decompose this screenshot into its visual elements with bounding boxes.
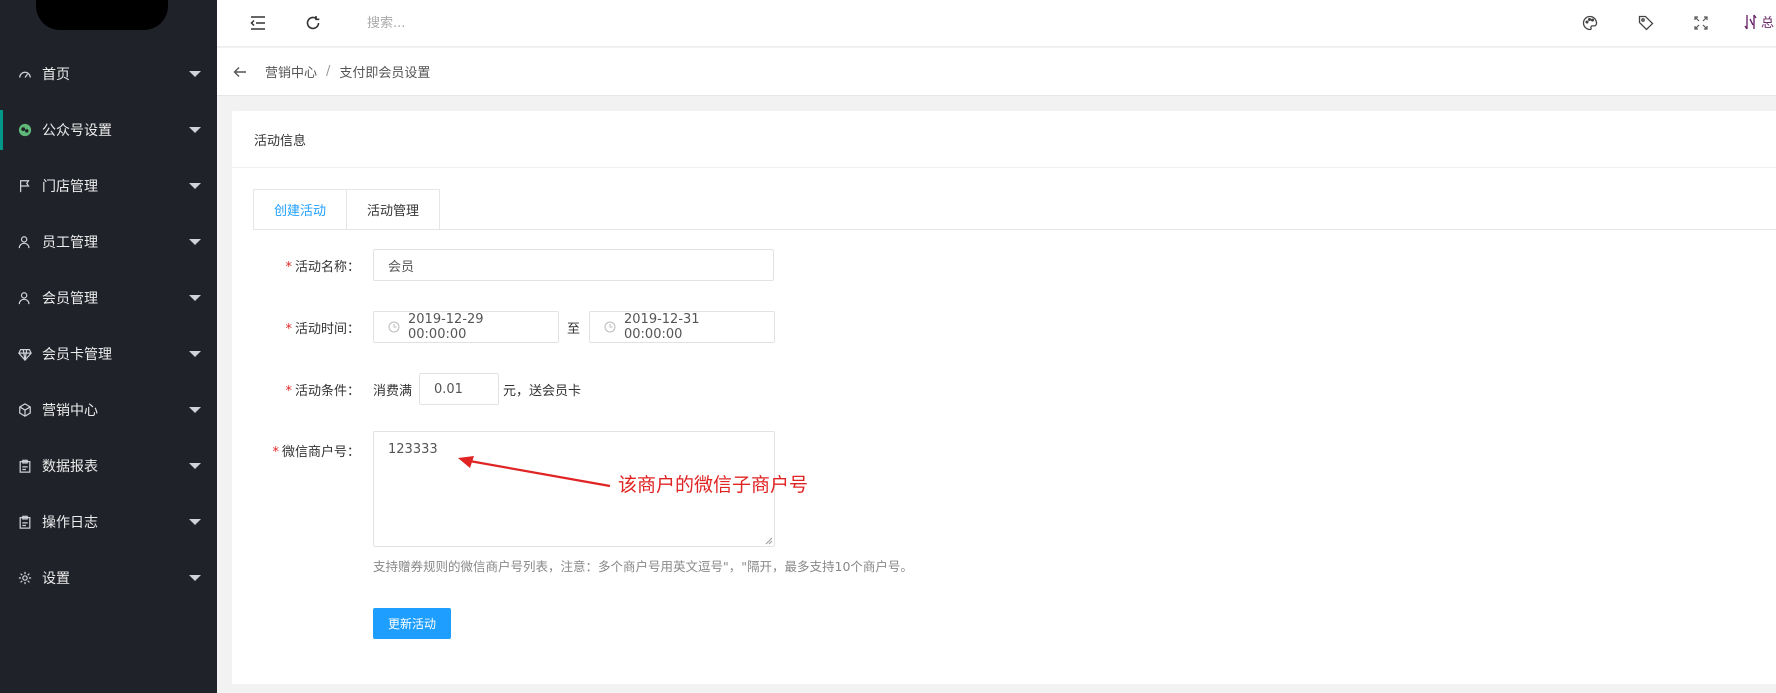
end-time-input[interactable]: 2019-12-31 00:00:00 [589, 311, 775, 343]
search-input[interactable] [367, 10, 607, 36]
activity-condition-label: * 活动条件： [232, 380, 360, 399]
clock-icon [604, 321, 616, 333]
user-menu[interactable]: 总 [1744, 12, 1776, 31]
fullscreen-icon[interactable] [1690, 12, 1712, 34]
required-mark: * [285, 260, 292, 275]
tag-icon[interactable] [1635, 12, 1657, 34]
caret-down-icon [189, 239, 201, 245]
merchant-id-value: 123333 [388, 442, 438, 457]
update-activity-button[interactable]: 更新活动 [373, 608, 452, 639]
condition-amount-input[interactable]: 0.01 [419, 373, 499, 405]
sidebar-menu: 首页 公众号设置 门店管理 员工管理 会员管理 会员卡管理 营销中心 数据报表 … [0, 46, 217, 606]
breadcrumb-parent[interactable]: 营销中心 [265, 62, 317, 81]
sidebar-item-wechat-settings[interactable]: 公众号设置 [0, 102, 217, 158]
activity-time-label-text: 活动时间： [294, 322, 360, 337]
logo-area [0, 0, 217, 38]
sidebar-item-settings[interactable]: 设置 [0, 550, 217, 606]
tab-create-activity[interactable]: 创建活动 [253, 189, 348, 230]
sidebar: 首页 公众号设置 门店管理 员工管理 会员管理 会员卡管理 营销中心 数据报表 … [0, 0, 217, 693]
tabs-divider [253, 229, 1776, 230]
flag-icon [17, 178, 33, 194]
activity-condition-label-text: 活动条件： [294, 384, 360, 399]
required-mark: * [272, 445, 279, 460]
breadcrumb-current: 支付即会员设置 [339, 66, 431, 81]
resize-grip-icon[interactable] [765, 537, 773, 545]
back-arrow-icon[interactable] [231, 63, 249, 81]
condition-prefix: 消费满 [373, 384, 413, 399]
time-range-separator: 至 [567, 322, 581, 337]
palette-icon[interactable] [1579, 12, 1601, 34]
caret-down-icon [189, 351, 201, 357]
merchant-id-label-text: 微信商户号： [281, 445, 360, 460]
caret-down-icon [189, 519, 201, 525]
card-title: 活动信息 [232, 111, 1776, 168]
tab-manage-activity[interactable]: 活动管理 [347, 189, 441, 230]
sidebar-item-home[interactable]: 首页 [0, 46, 217, 102]
caret-down-icon [189, 575, 201, 581]
gauge-icon [17, 66, 33, 82]
start-time-input[interactable]: 2019-12-29 00:00:00 [373, 311, 559, 343]
clipboard-icon [17, 514, 33, 530]
top-header: 总 [217, 0, 1776, 47]
activity-name-label-text: 活动名称： [294, 260, 360, 275]
activity-time-label: * 活动时间： [232, 318, 360, 337]
start-time-value: 2019-12-29 00:00:00 [408, 312, 484, 342]
sidebar-item-reports[interactable]: 数据报表 [0, 438, 217, 494]
tab-bar: 创建活动 活动管理 [253, 189, 441, 230]
sidebar-item-member-cards[interactable]: 会员卡管理 [0, 326, 217, 382]
user-name: 总 [1761, 16, 1775, 31]
annotation-text: 该商户的微信子商户号 [618, 474, 809, 496]
clock-icon [388, 321, 400, 333]
caret-down-icon [189, 183, 201, 189]
cube-icon [17, 402, 33, 418]
condition-suffix: 元，送会员卡 [503, 384, 582, 399]
caret-down-icon [189, 463, 201, 469]
caret-down-icon [189, 71, 201, 77]
merchant-id-label: * 微信商户号： [232, 441, 360, 460]
required-mark: * [285, 322, 292, 337]
required-mark: * [285, 384, 292, 399]
clipboard-icon [17, 458, 33, 474]
caret-down-icon [189, 407, 201, 413]
sidebar-item-marketing[interactable]: 营销中心 [0, 382, 217, 438]
caret-down-icon [189, 295, 201, 301]
breadcrumb: 营销中心 / 支付即会员设置 [217, 48, 1776, 96]
menu-toggle-icon[interactable] [247, 12, 269, 34]
activity-card: 活动信息 创建活动 活动管理 * 活动名称： 会员 * 活动时间： 2019-12-… [232, 111, 1776, 684]
activity-name-label: * 活动名称： [232, 256, 360, 275]
caret-down-icon [189, 127, 201, 133]
gear-icon [17, 570, 33, 586]
diamond-icon [17, 346, 33, 362]
breadcrumb-separator: / [326, 64, 331, 79]
sidebar-item-members[interactable]: 会员管理 [0, 270, 217, 326]
annotation-arrow [458, 456, 611, 488]
merchant-id-hint: 支持赠券规则的微信商户号列表，注意：多个商户号用英文逗号"，"隔开，最多支持10… [373, 559, 913, 574]
sidebar-item-staff[interactable]: 员工管理 [0, 214, 217, 270]
sidebar-item-logs[interactable]: 操作日志 [0, 494, 217, 550]
user-icon [17, 290, 33, 306]
user-icon [17, 234, 33, 250]
wechat-icon [17, 122, 33, 138]
end-time-value: 2019-12-31 00:00:00 [624, 312, 700, 342]
refresh-icon[interactable] [302, 12, 324, 34]
logo [36, 0, 168, 30]
activity-name-input[interactable]: 会员 [373, 249, 774, 281]
sidebar-item-stores[interactable]: 门店管理 [0, 158, 217, 214]
